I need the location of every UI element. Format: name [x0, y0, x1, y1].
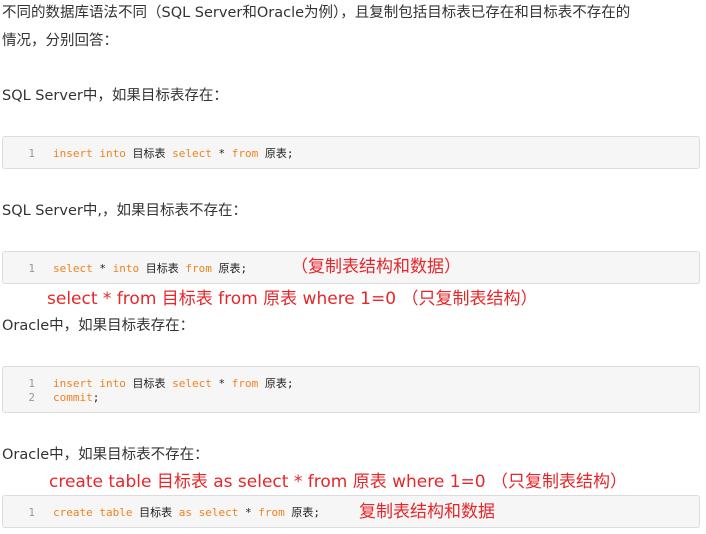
line-number: 1	[28, 506, 35, 519]
code-text: 原表;	[284, 506, 320, 519]
line-number: 1	[28, 262, 35, 275]
annotation-structure-only-oracle: create table 目标表 as select * from 原表 whe…	[49, 472, 627, 492]
keyword: as	[178, 506, 192, 519]
code-text: *	[211, 377, 232, 390]
code-text: ;	[92, 391, 100, 404]
intro-line-1: 不同的数据库语法不同（SQL Server和Oracle为例），且复制包括目标表…	[2, 5, 631, 21]
line-number: 1	[28, 377, 35, 390]
code-block-3[interactable]: 1 insert into 目标表 select * from 原表; 2 co…	[2, 366, 700, 413]
line-number: 2	[28, 391, 35, 404]
keyword: from	[258, 506, 285, 519]
keyword: insert into	[53, 377, 126, 390]
code-text: *	[211, 147, 232, 160]
code-text: 目标表	[132, 506, 179, 519]
keyword: create table	[53, 506, 133, 519]
annotation-copy-structure-and-data: （复制表结构和数据）	[291, 257, 461, 277]
code-line: 1 create table 目标表 as select * from 原表;	[3, 506, 699, 520]
code-text: 原表;	[258, 147, 294, 160]
code-text: *	[92, 262, 113, 275]
intro-line-2: 情况，分别回答：	[2, 33, 118, 49]
code-block-2[interactable]: 1 select * into 目标表 from 原表; （复制表结构和数据）	[2, 251, 700, 284]
keyword: select	[53, 262, 93, 275]
keyword: commit	[53, 391, 93, 404]
code-block-1[interactable]: 1 insert into 目标表 select * from 原表;	[2, 136, 700, 169]
keyword: from	[231, 377, 259, 390]
heading-sqlserver-exists: SQL Server中，如果目标表存在：	[2, 88, 228, 104]
code-text: 目标表	[125, 147, 173, 160]
heading-sqlserver-not-exists: SQL Server中,，如果目标表不存在：	[2, 203, 247, 219]
annotation-structure-only-sqlserver: select * from 目标表 from 原表 where 1=0 （只复制…	[47, 289, 538, 309]
code-text: 目标表	[125, 377, 173, 390]
keyword: select	[198, 506, 239, 519]
keyword: select	[172, 147, 212, 160]
keyword: insert into	[53, 147, 126, 160]
keyword: select	[172, 377, 212, 390]
code-text: 原表;	[258, 377, 294, 390]
keyword: into	[112, 262, 140, 275]
code-line: 1 insert into 目标表 select * from 原表;	[3, 147, 699, 161]
keyword: from	[185, 262, 212, 275]
code-text: 目标表	[139, 262, 186, 275]
heading-oracle-exists: Oracle中，如果目标表存在：	[2, 318, 195, 334]
annotation-copy-structure-and-data: 复制表结构和数据	[359, 502, 495, 522]
code-block-4[interactable]: 1 create table 目标表 as select * from 原表; …	[2, 495, 700, 528]
code-text: *	[238, 506, 259, 519]
code-line: 1 insert into 目标表 select * from 原表;	[3, 377, 699, 391]
code-text: 原表;	[211, 262, 248, 275]
heading-oracle-not-exists: Oracle中，如果目标表不存在：	[2, 447, 209, 463]
keyword: from	[231, 147, 259, 160]
line-number: 1	[28, 147, 35, 160]
code-line: 2 commit;	[3, 391, 699, 405]
